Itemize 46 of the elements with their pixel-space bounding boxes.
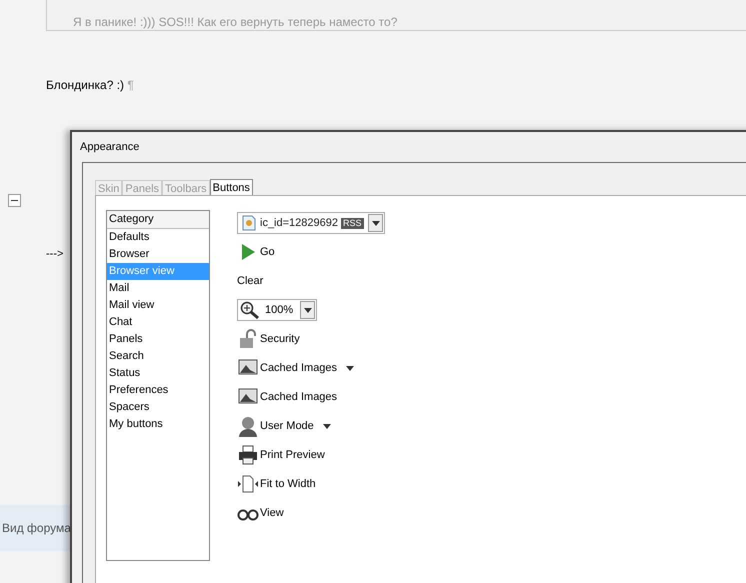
dropdown-button[interactable] bbox=[300, 301, 315, 319]
category-item[interactable]: Search bbox=[107, 348, 209, 365]
caret-icon bbox=[372, 220, 380, 226]
pilcrow-mark: ¶ bbox=[127, 78, 134, 92]
tab[interactable]: Buttons bbox=[210, 179, 253, 195]
toolbar-button[interactable]: Print Preview bbox=[237, 444, 325, 466]
printer-icon bbox=[237, 444, 259, 466]
user-icon bbox=[237, 415, 259, 437]
category-item[interactable]: Status bbox=[107, 365, 209, 382]
toolbar-button[interactable]: Security bbox=[237, 328, 300, 350]
category-item[interactable]: Mail bbox=[107, 280, 209, 297]
arrow-text: ---> bbox=[46, 247, 64, 262]
category-item[interactable]: Panels bbox=[107, 331, 209, 348]
page-icon bbox=[241, 215, 257, 231]
quote-text: Я в панике! :))) SOS!!! Как его вернуть теперь наместо то? bbox=[73, 15, 398, 29]
post-text: Блондинка? :) bbox=[46, 78, 124, 92]
toolbar-button[interactable]: Go bbox=[237, 241, 275, 263]
toolbar-button[interactable]: Cached Images bbox=[237, 357, 354, 379]
clear-button[interactable]: Clear bbox=[237, 270, 385, 292]
forum-view-label: Вид форума bbox=[2, 520, 71, 537]
dropdown-button[interactable] bbox=[368, 214, 383, 232]
category-item[interactable]: Browser bbox=[107, 246, 209, 263]
address-text: ic_id=12829692 bbox=[260, 216, 338, 231]
caret-icon bbox=[304, 308, 312, 312]
category-item[interactable]: My buttons bbox=[107, 416, 209, 433]
padlock-icon bbox=[237, 328, 259, 350]
caret-icon bbox=[322, 424, 331, 428]
rss-badge: RSS bbox=[341, 218, 364, 228]
toolbar-button[interactable]: User Mode bbox=[237, 415, 331, 437]
category-item[interactable]: Chat bbox=[107, 314, 209, 331]
category-item[interactable]: Spacers bbox=[107, 399, 209, 416]
toolbar-button[interactable]: View bbox=[237, 502, 284, 524]
address-field[interactable]: ic_id=12829692 RSS bbox=[237, 212, 385, 234]
toolbar-button[interactable]: Fit to Width bbox=[237, 473, 316, 495]
zoom-value: 100% bbox=[265, 302, 294, 318]
toolbar-button[interactable]: Cached Images bbox=[237, 386, 338, 408]
window-title: Appearance bbox=[80, 140, 140, 155]
page-fit-icon bbox=[237, 473, 259, 495]
category-item[interactable]: Preferences bbox=[107, 382, 209, 399]
zoom-field[interactable]: 100% bbox=[237, 299, 317, 321]
zoom-in-icon bbox=[240, 301, 260, 319]
list-header: Category bbox=[107, 211, 209, 229]
category-item[interactable]: Defaults bbox=[107, 229, 209, 246]
category-item[interactable]: Mail view bbox=[107, 297, 209, 314]
caret-icon bbox=[346, 366, 354, 370]
collapse-button[interactable] bbox=[8, 194, 21, 207]
